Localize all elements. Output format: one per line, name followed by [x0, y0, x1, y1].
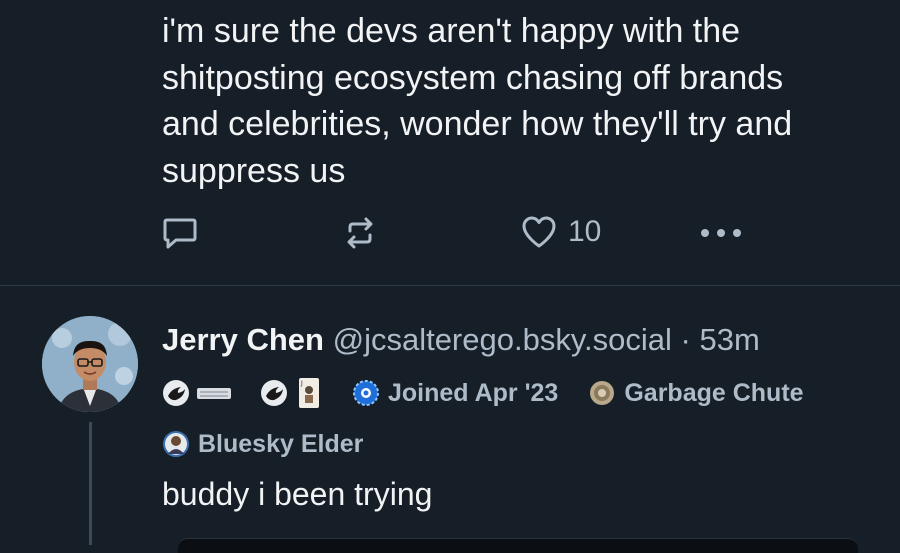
garbage-chute-badge: Garbage Chute	[624, 378, 804, 407]
bird-badge-icon	[261, 380, 287, 406]
timestamp[interactable]: 53m	[699, 322, 759, 357]
avatar-photo	[42, 316, 138, 412]
post-text: i'm sure the devs aren't happy with the …	[162, 12, 793, 190]
repost-button[interactable]	[342, 216, 378, 250]
keyboard-badge-icon	[197, 388, 231, 399]
repost-icon	[347, 217, 373, 249]
separator-dot: ·	[671, 322, 700, 357]
more-options-button[interactable]	[700, 228, 742, 238]
playing-card-badge-icon: J	[299, 378, 319, 408]
bird-badge-icon	[163, 380, 189, 406]
reply-post[interactable]: Jerry Chen @jcsalterego.bsky.social · 53…	[0, 286, 900, 545]
reply-button[interactable]	[162, 216, 198, 250]
svg-text:J: J	[300, 380, 303, 387]
more-dots-icon	[701, 229, 741, 237]
avatar[interactable]	[42, 316, 138, 412]
badge-row: J Joined Apr '23 Garbage Chute	[162, 376, 804, 410]
previous-post[interactable]: i'm sure the devs aren't happy with the …	[0, 0, 900, 286]
thread-line	[89, 422, 92, 545]
elder-badge-icon	[163, 431, 189, 457]
reply-header: Jerry Chen @jcsalterego.bsky.social · 53…	[162, 320, 760, 360]
post-actions: 10	[0, 210, 900, 258]
bluesky-elder-badge: Bluesky Elder	[198, 429, 364, 458]
reply-text: buddy i been trying	[162, 476, 433, 512]
globe-badge-icon	[353, 380, 379, 406]
badge-row-2: Bluesky Elder	[162, 427, 363, 461]
display-name[interactable]: Jerry Chen	[162, 322, 324, 357]
garbage-chute-badge-icon	[590, 381, 615, 405]
heart-icon	[522, 216, 556, 248]
reply-bubble-icon	[163, 218, 197, 249]
like-count: 10	[568, 215, 602, 248]
like-button[interactable]: 10	[520, 214, 601, 250]
embed-preview-edge[interactable]	[178, 538, 858, 553]
user-handle[interactable]: @jcsalterego.bsky.social	[333, 322, 672, 357]
joined-badge: Joined Apr '23	[388, 378, 559, 407]
